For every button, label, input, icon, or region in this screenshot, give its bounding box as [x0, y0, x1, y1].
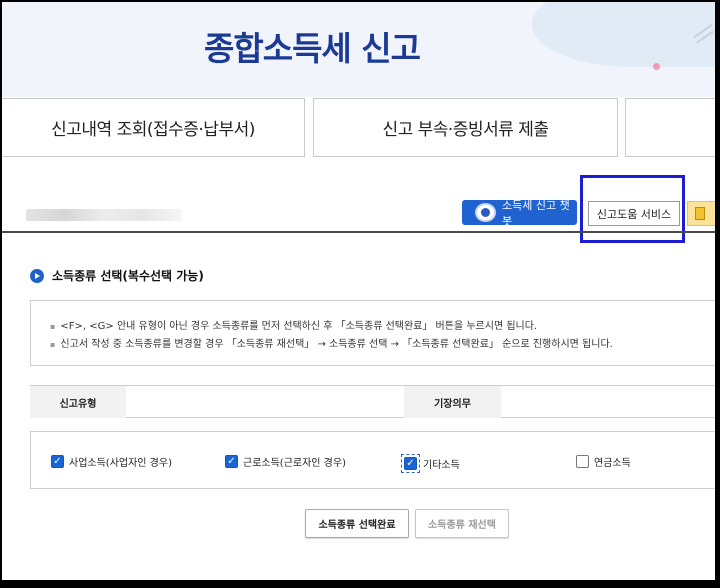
page-frame: 종합소득세 신고 신고내역 조회(접수증·납부서) 신고 부속·증빙서류 제출 …: [2, 2, 715, 580]
tab-bar: 신고내역 조회(접수증·납부서) 신고 부속·증빙서류 제출: [2, 97, 715, 159]
checkbox-other-income[interactable]: ✓ 기타소득: [401, 454, 460, 473]
notice-box: <F>, <G> 안내 유형이 아닌 경우 소득종류를 먼저 선택하신 후 「소…: [30, 300, 715, 366]
notice-line: <F>, <G> 안내 유형이 아닌 경우 소득종류를 먼저 선택하신 후 「소…: [50, 318, 715, 336]
redacted-user-info: [26, 209, 182, 221]
section-heading: 소득종류 선택(복수선택 가능): [30, 267, 204, 284]
filing-type-table: 신고유형 기장의무: [30, 385, 715, 418]
checkbox-label: 기타소득: [423, 460, 460, 471]
income-type-checkboxes: ✓ 사업소득(사업자인 경우) ✓ 근로소득(근로자인 경우) ✓ 기타소득 연…: [30, 431, 715, 489]
document-button[interactable]: [687, 201, 715, 226]
reselect-button[interactable]: 소득종류 재선택: [415, 509, 509, 538]
chatbot-label: 소득세 신고 챗봇: [502, 198, 570, 228]
checkbox-checked-icon[interactable]: ✓: [404, 457, 417, 470]
chatbot-icon: [475, 203, 496, 222]
filing-type-header: 신고유형: [30, 386, 126, 418]
checkbox-pension-income[interactable]: 연금소득: [576, 454, 631, 469]
decorative-dot: [653, 63, 660, 70]
tab-partial[interactable]: [625, 98, 715, 157]
tab-filing-history[interactable]: 신고내역 조회(접수증·납부서): [2, 98, 305, 157]
checkbox-label: 연금소득: [594, 458, 631, 469]
selection-complete-button[interactable]: 소득종류 선택완료: [305, 509, 409, 538]
focus-outline: ✓: [401, 454, 420, 473]
checkbox-unchecked-icon[interactable]: [576, 455, 589, 468]
page-title: 종합소득세 신고: [203, 29, 421, 68]
hero-banner: 종합소득세 신고: [2, 2, 715, 97]
notice-line: 신고서 작성 중 소득종류를 변경할 경우 「소득종류 재선택」 → 소득종류 …: [50, 336, 715, 354]
section-title: 소득종류 선택(복수선택 가능): [52, 269, 204, 283]
arrow-circle-icon: [30, 268, 44, 283]
checkbox-business-income[interactable]: ✓ 사업소득(사업자인 경우): [51, 454, 172, 469]
document-icon: [695, 207, 705, 220]
divider: [2, 231, 715, 233]
checkbox-label: 사업소득(사업자인 경우): [69, 458, 172, 469]
checkbox-earned-income[interactable]: ✓ 근로소득(근로자인 경우): [225, 454, 346, 469]
chatbot-button[interactable]: 소득세 신고 챗봇: [462, 199, 577, 228]
checkbox-checked-icon[interactable]: ✓: [51, 455, 64, 468]
bookkeeping-header: 기장의무: [404, 386, 501, 418]
checkbox-checked-icon[interactable]: ✓: [225, 455, 238, 468]
tab-document-submission[interactable]: 신고 부속·증빙서류 제출: [313, 98, 618, 157]
checkbox-label: 근로소득(근로자인 경우): [243, 458, 346, 469]
